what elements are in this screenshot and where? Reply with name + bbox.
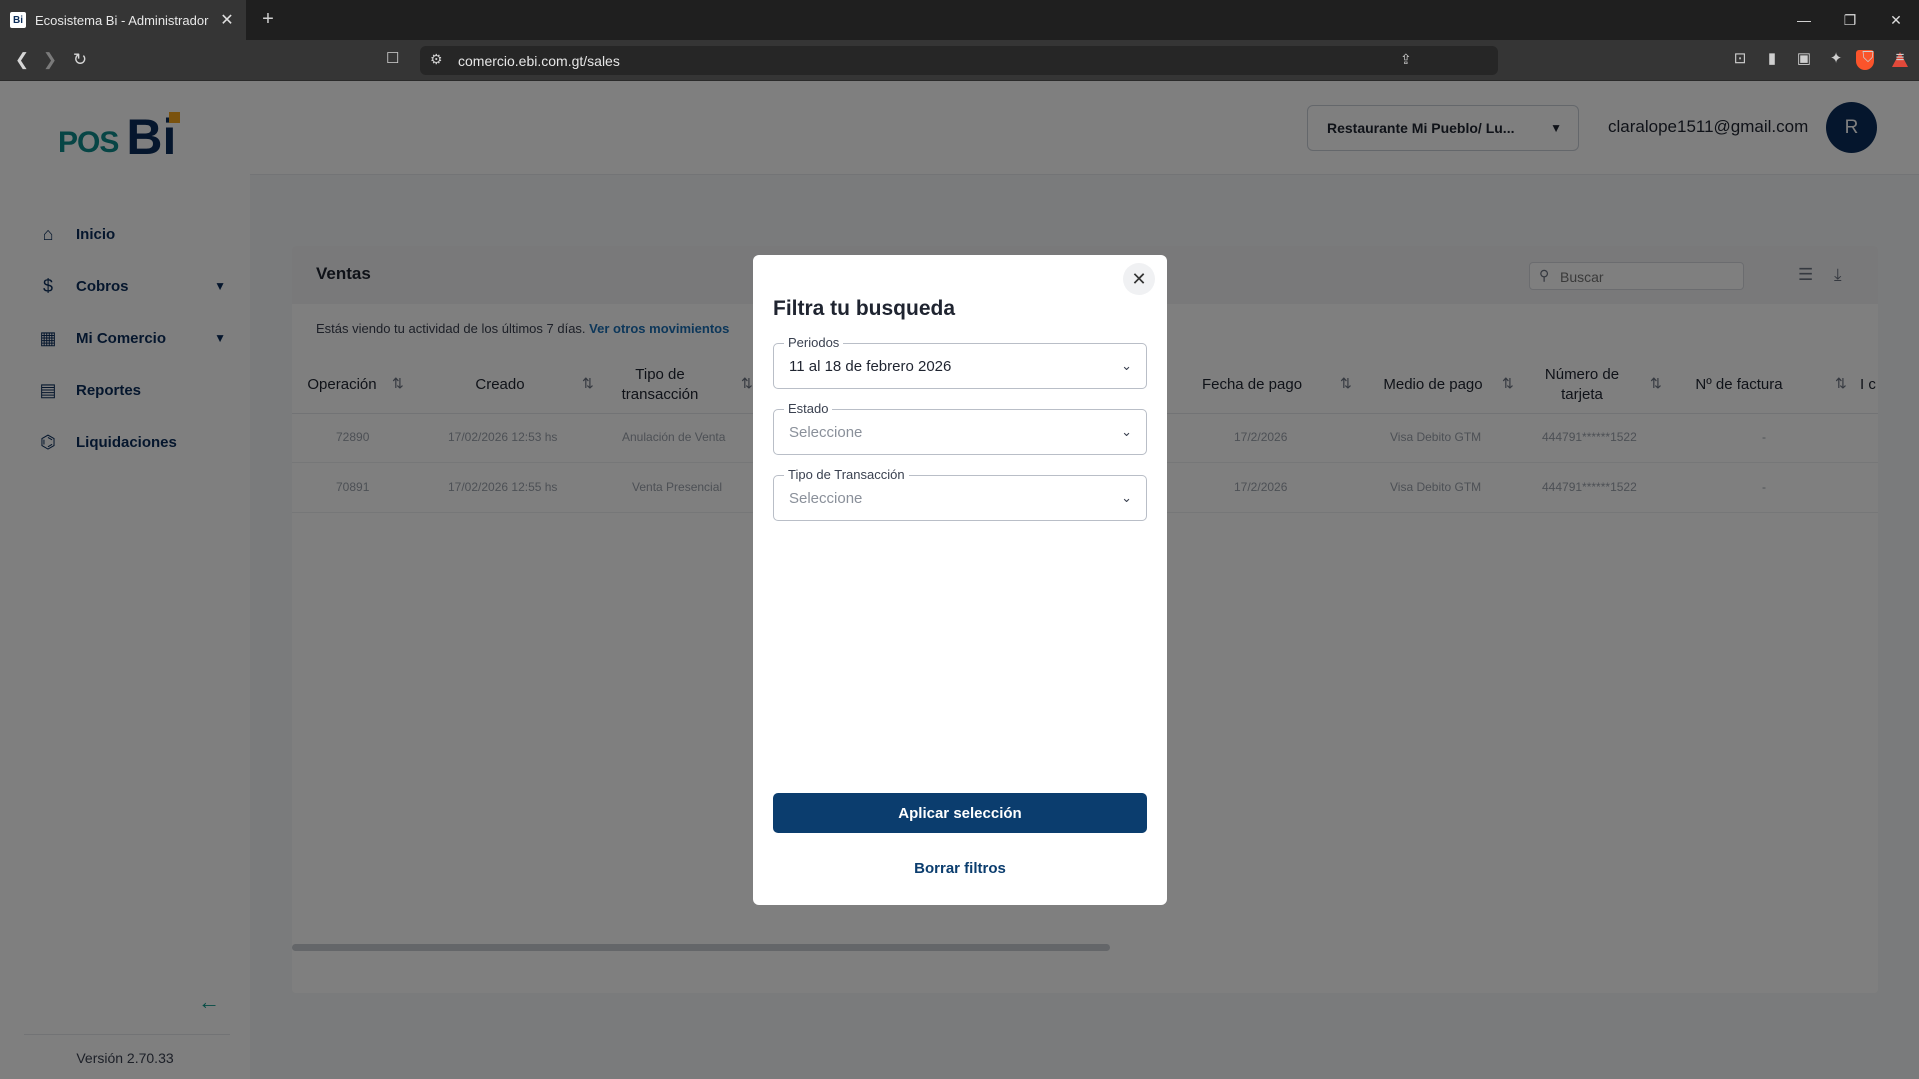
clear-filters-button[interactable]: Borrar filtros <box>773 860 1147 877</box>
favicon-icon: Bi <box>10 12 26 28</box>
periodos-label: Periodos <box>784 335 844 350</box>
modal-title: Filtra tu busqueda <box>773 297 956 320</box>
browser-tab[interactable]: Bi Ecosistema Bi - Administrador ✕ <box>0 0 246 40</box>
window-close-icon[interactable]: ✕ <box>1873 0 1919 40</box>
tab-close-icon[interactable]: ✕ <box>218 10 236 30</box>
tipo-transaccion-value: Seleccione <box>789 490 863 507</box>
screenshot-icon[interactable]: ⊡ <box>1731 49 1749 67</box>
vpn-icon[interactable]: ⛉ <box>1859 49 1877 67</box>
close-icon[interactable]: ✕ <box>1123 263 1155 295</box>
filter-modal: ✕ Filtra tu busqueda Periodos 11 al 18 d… <box>753 255 1167 905</box>
estado-select[interactable]: Estado Seleccione ⌄ <box>773 401 1147 455</box>
bookmark-icon[interactable]: ☐ <box>386 49 399 67</box>
forward-icon[interactable]: ❯ <box>38 48 62 72</box>
tipo-transaccion-select[interactable]: Tipo de Transacción Seleccione ⌄ <box>773 467 1147 521</box>
address-bar: ❮ ❯ ↻ ☐ ⚙ comercio.ebi.com.gt/sales ⇪ ⊡ … <box>0 40 1919 81</box>
minimize-icon[interactable]: — <box>1781 0 1827 40</box>
tipo-transaccion-label: Tipo de Transacción <box>784 467 909 482</box>
estado-value: Seleccione <box>789 424 863 441</box>
modal-backdrop-sidebar[interactable] <box>0 81 250 1079</box>
browser-toolbar-icons: ⊡ ▮ ▣ ✦ ⛉ ≡ <box>1731 49 1909 67</box>
menu-icon[interactable]: ≡ <box>1891 49 1909 67</box>
sidebar-toggle-icon[interactable]: ▮ <box>1763 49 1781 67</box>
chevron-down-icon: ⌄ <box>1121 490 1132 505</box>
site-settings-icon[interactable]: ⚙ <box>430 51 443 68</box>
chevron-down-icon: ⌄ <box>1121 358 1132 373</box>
reload-icon[interactable]: ↻ <box>68 48 92 72</box>
periodos-value: 11 al 18 de febrero 2026 <box>789 358 952 375</box>
leo-ai-icon[interactable]: ✦ <box>1827 49 1845 67</box>
apply-selection-button[interactable]: Aplicar selección <box>773 793 1147 833</box>
browser-tab-bar: Bi Ecosistema Bi - Administrador ✕ + — ❐… <box>0 0 1919 40</box>
tab-title: Ecosistema Bi - Administrador <box>35 12 209 28</box>
periodos-select[interactable]: Periodos 11 al 18 de febrero 2026 ⌄ <box>773 335 1147 389</box>
url-text: comercio.ebi.com.gt/sales <box>458 53 620 69</box>
estado-label: Estado <box>784 401 833 416</box>
restore-icon[interactable]: ❐ <box>1827 0 1873 40</box>
window-controls: — ❐ ✕ <box>1781 0 1919 40</box>
url-field[interactable]: ⚙ comercio.ebi.com.gt/sales ⇪ <box>420 46 1908 75</box>
back-icon[interactable]: ❮ <box>10 48 34 72</box>
new-tab-icon[interactable]: + <box>256 8 280 31</box>
chevron-down-icon: ⌄ <box>1121 424 1132 439</box>
wallet-icon[interactable]: ▣ <box>1795 49 1813 67</box>
share-icon[interactable]: ⇪ <box>1400 51 1412 68</box>
